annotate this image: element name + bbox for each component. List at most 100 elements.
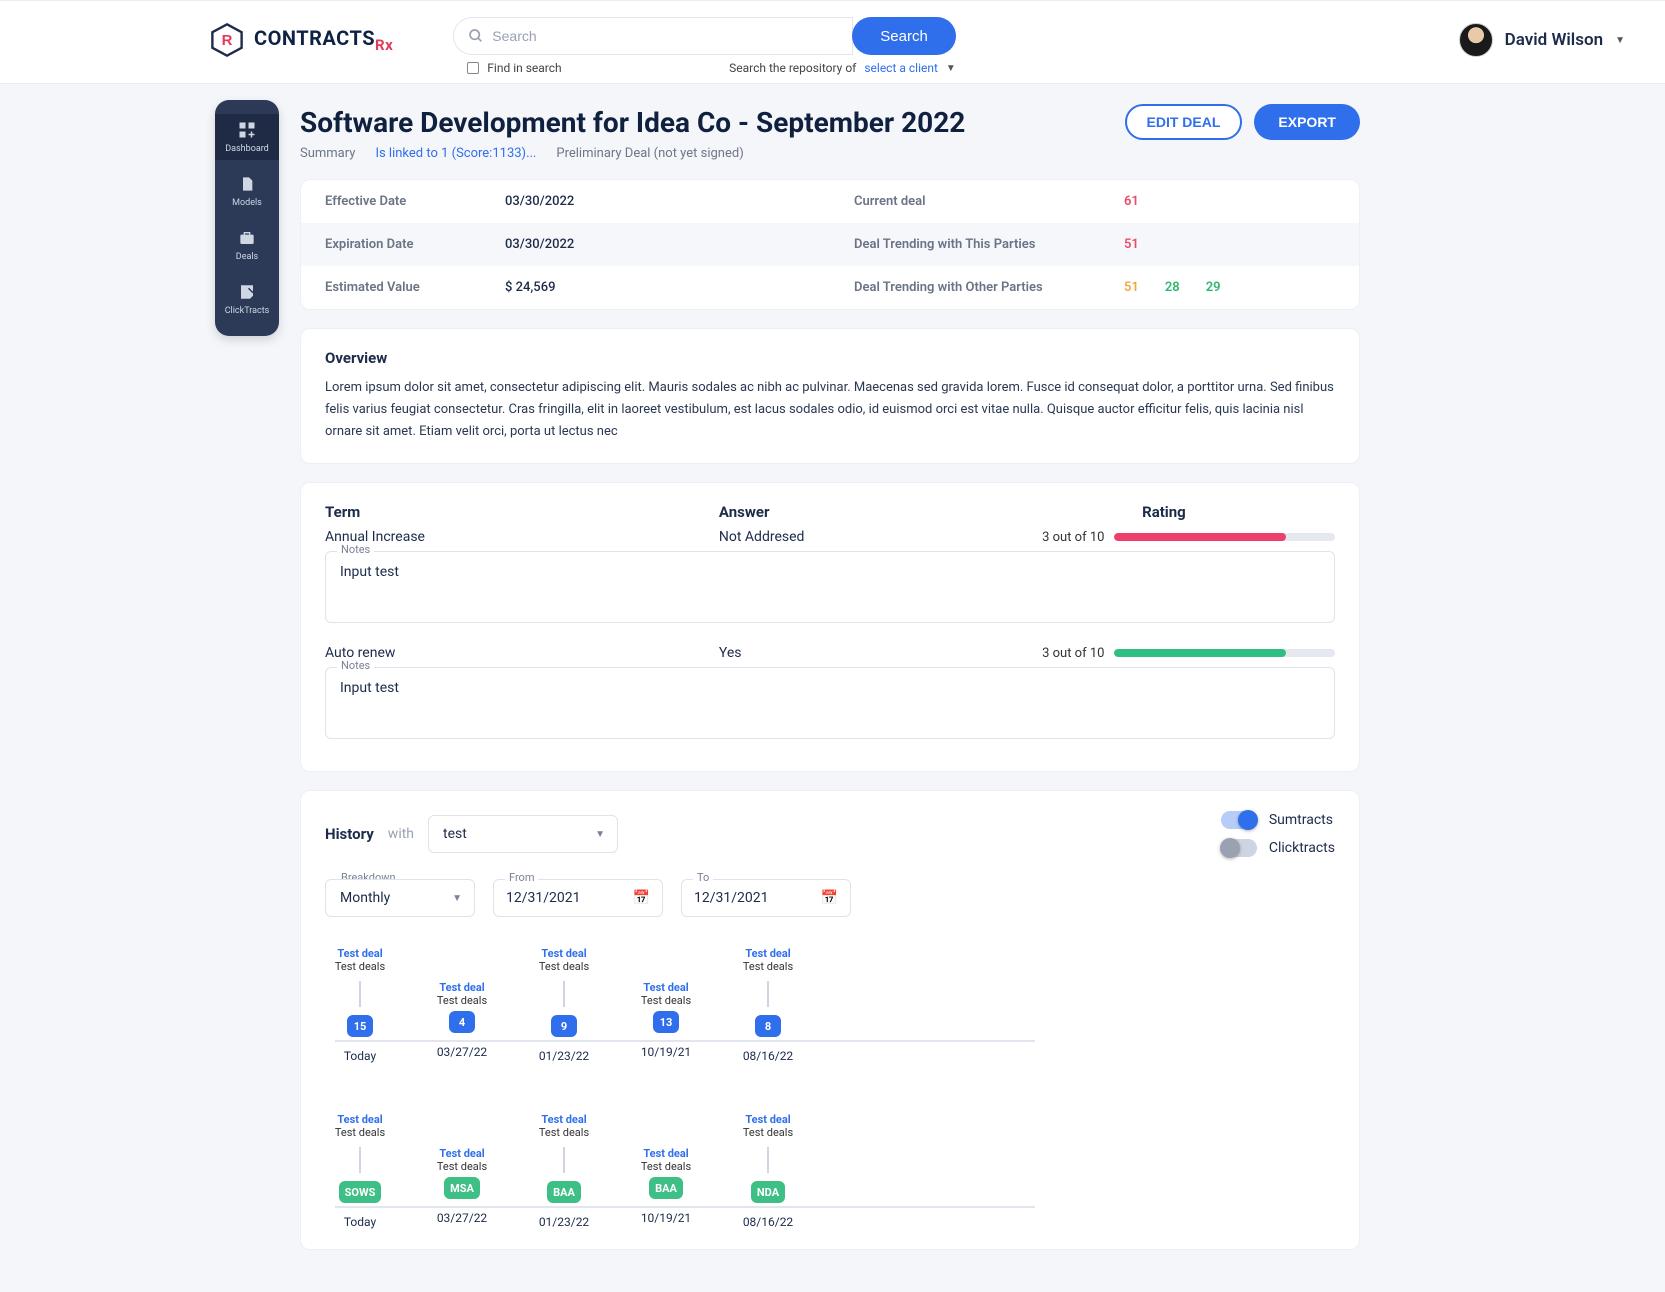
from-date-input[interactable]: 12/31/2021 📅 xyxy=(493,879,663,917)
notes-input[interactable]: Input test xyxy=(325,551,1335,623)
timeline-title: Test deal xyxy=(337,947,382,960)
timeline-node: BAA xyxy=(547,1181,581,1203)
timeline-subtitle: Test deals xyxy=(539,1126,589,1139)
edit-deal-button[interactable]: EDIT DEAL xyxy=(1125,104,1243,140)
sidebar-item-models[interactable]: Models xyxy=(215,168,279,214)
rating-bar xyxy=(1114,649,1335,657)
breakdown-select[interactable]: Monthly ▼ xyxy=(325,879,475,917)
timeline-clicktracts: Test deal Test deals SOWS Today Test dea… xyxy=(325,1113,1335,1229)
timeline-item[interactable]: Test deal Test deals NDA 08/16/22 xyxy=(733,1113,803,1229)
find-checkbox[interactable] xyxy=(467,62,479,74)
timeline-title: Test deal xyxy=(439,981,484,994)
timeline-node: 13 xyxy=(653,1011,679,1033)
estimated-value: $ 24,569 xyxy=(505,280,555,295)
to-date-input[interactable]: 12/31/2021 📅 xyxy=(681,879,851,917)
current-deal-value: 61 xyxy=(1124,194,1139,209)
export-button[interactable]: EXPORT xyxy=(1254,104,1360,140)
expiration-date: 03/30/2022 xyxy=(505,237,574,252)
timeline-item[interactable]: Test deal Test deals 8 08/16/22 xyxy=(733,947,803,1063)
timeline-item[interactable]: Test deal Test deals BAA 10/19/21 xyxy=(631,1147,701,1229)
timeline-item[interactable]: Test deal Test deals SOWS Today xyxy=(325,1113,395,1229)
sidebar-item-label: Deals xyxy=(236,252,258,262)
timeline-date: 10/19/21 xyxy=(641,1045,691,1059)
timeline-stem xyxy=(359,981,361,1007)
rating-bar xyxy=(1114,533,1335,541)
timeline-node: 15 xyxy=(347,1015,373,1037)
with-label: with xyxy=(388,826,414,842)
timeline-title: Test deal xyxy=(541,1113,586,1126)
term-name: Auto renew xyxy=(325,645,719,661)
page-title: Software Development for Idea Co - Septe… xyxy=(300,106,965,139)
sidebar-item-deals[interactable]: Deals xyxy=(215,222,279,268)
history-filter-select[interactable]: test ▼ xyxy=(428,815,618,853)
deal-status: Preliminary Deal (not yet signed) xyxy=(556,146,743,161)
note-icon xyxy=(237,282,257,302)
overview-heading: Overview xyxy=(325,349,1335,367)
briefcase-icon xyxy=(237,228,257,248)
timeline-item[interactable]: Test deal Test deals 9 01/23/22 xyxy=(529,947,599,1063)
meta-label: Expiration Date xyxy=(325,237,505,252)
overview-body: Lorem ipsum dolor sit amet, consectetur … xyxy=(325,377,1335,443)
timeline-item[interactable]: Test deal Test deals BAA 01/23/22 xyxy=(529,1113,599,1229)
logo-icon: R xyxy=(210,23,244,57)
overview-card: Overview Lorem ipsum dolor sit amet, con… xyxy=(300,328,1360,464)
term-block: Auto renew Yes 3 out of 10 Notes Input t… xyxy=(325,645,1335,743)
timeline-title: Test deal xyxy=(439,1147,484,1160)
timeline-date: Today xyxy=(344,1215,376,1229)
calendar-icon: 📅 xyxy=(633,890,650,906)
timeline-item[interactable]: Test deal Test deals 4 03/27/22 xyxy=(427,981,497,1063)
term-answer: Not Addresed xyxy=(719,529,1042,545)
timeline-node: NDA xyxy=(751,1181,785,1203)
notes-input[interactable]: Input test xyxy=(325,667,1335,739)
sidebar-item-label: Models xyxy=(232,198,262,208)
timeline-item[interactable]: Test deal Test deals 15 Today xyxy=(325,947,395,1063)
sidebar-item-dashboard[interactable]: Dashboard xyxy=(215,114,279,160)
search-area: Search Find in search Search the reposit… xyxy=(453,17,956,75)
notes-label: Notes xyxy=(337,543,374,556)
sumtracts-toggle[interactable] xyxy=(1221,811,1257,829)
search-input[interactable] xyxy=(492,28,838,44)
meta-label: Effective Date xyxy=(325,194,505,209)
timeline-node: MSA xyxy=(444,1177,480,1199)
select-value: test xyxy=(443,826,467,842)
timeline-item[interactable]: Test deal Test deals 13 10/19/21 xyxy=(631,981,701,1063)
timeline-date: 03/27/22 xyxy=(437,1211,487,1225)
timeline-item[interactable]: Test deal Test deals MSA 03/27/22 xyxy=(427,1147,497,1229)
logo[interactable]: R CONTRACTSRx xyxy=(210,23,393,57)
calendar-icon: 📅 xyxy=(821,890,838,906)
timeline-subtitle: Test deals xyxy=(437,1160,487,1173)
timeline-title: Test deal xyxy=(541,947,586,960)
timeline-stem xyxy=(767,1147,769,1173)
chevron-down-icon[interactable]: ▼ xyxy=(946,63,956,74)
linked-link[interactable]: Is linked to 1 (Score:1133)... xyxy=(375,146,536,161)
timeline-subtitle: Test deals xyxy=(539,960,589,973)
timeline-title: Test deal xyxy=(643,1147,688,1160)
term-block: Annual Increase Not Addresed 3 out of 10… xyxy=(325,529,1335,627)
repo-label: Search the repository of xyxy=(729,61,856,75)
timeline-node: SOWS xyxy=(339,1181,382,1203)
dashboard-icon xyxy=(237,120,257,140)
timeline-node: 8 xyxy=(755,1015,781,1037)
timeline-date: 01/23/22 xyxy=(539,1215,589,1229)
search-button[interactable]: Search xyxy=(852,17,956,55)
rating-text: 3 out of 10 xyxy=(1042,530,1104,545)
meta-label: Current deal xyxy=(854,194,1124,209)
timeline-date: 03/27/22 xyxy=(437,1045,487,1059)
select-client-link[interactable]: select a client xyxy=(864,61,938,75)
trend-this-value: 51 xyxy=(1124,237,1139,252)
search-box[interactable] xyxy=(453,17,853,55)
meta-card: Effective Date 03/30/2022 Expiration Date… xyxy=(300,179,1360,310)
term-name: Annual Increase xyxy=(325,529,719,545)
logo-text: CONTRACTSRx xyxy=(254,26,393,54)
date-value: 12/31/2021 xyxy=(694,890,769,906)
notes-label: Notes xyxy=(337,659,374,672)
sidebar: Dashboard Models Deals ClickTracts xyxy=(215,100,279,336)
timeline-subtitle: Test deals xyxy=(335,960,385,973)
clicktracts-toggle[interactable] xyxy=(1221,839,1257,857)
toggle-label: Clicktracts xyxy=(1269,840,1335,856)
timeline-stem xyxy=(563,1147,565,1173)
sidebar-item-clicktracts[interactable]: ClickTracts xyxy=(215,276,279,322)
chevron-down-icon: ▼ xyxy=(1615,35,1625,46)
user-menu[interactable]: David Wilson ▼ xyxy=(1459,23,1625,57)
sidebar-item-label: ClickTracts xyxy=(225,306,270,316)
